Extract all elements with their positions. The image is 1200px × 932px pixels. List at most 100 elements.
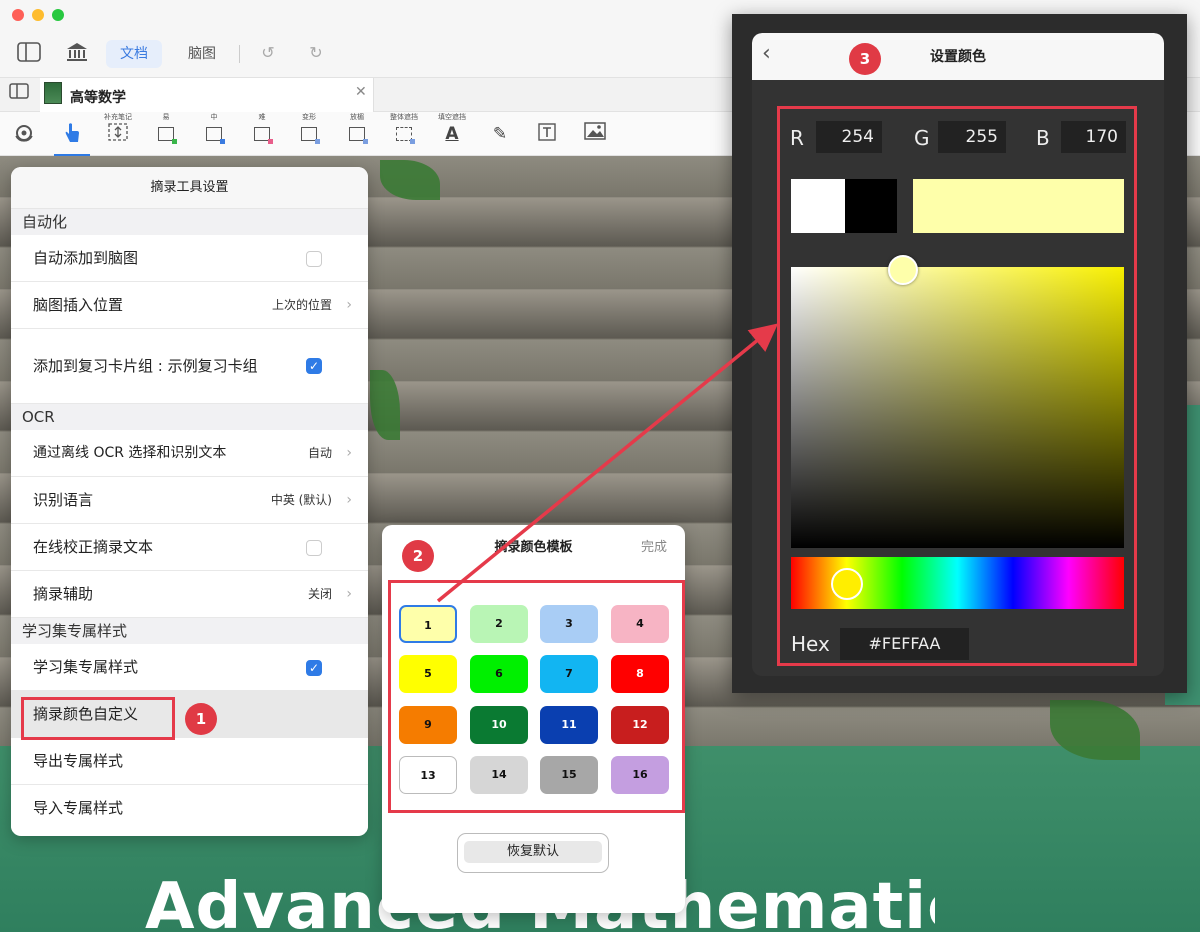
row-online-correct[interactable]: 在线校正摘录文本 — [11, 524, 368, 571]
color-swatch-3[interactable]: 3 — [540, 605, 598, 643]
color-template-popup: 摘录颜色模板 完成 1 2 3 4 5 6 7 8 9 10 11 12 13 14 15 16 恢复默认 — [382, 525, 685, 913]
color-swatch-12[interactable]: 12 — [611, 706, 669, 744]
online-correct-checkbox[interactable] — [306, 540, 322, 556]
color-swatch-2[interactable]: 2 — [470, 605, 528, 643]
tool-label: 填空遮挡 — [438, 113, 466, 121]
split-view-icon[interactable] — [6, 83, 32, 105]
tool-supplement-note[interactable]: 补充笔记 — [100, 112, 136, 156]
row-label: 导入专属样式 — [33, 799, 124, 817]
color-swatch-10[interactable]: 10 — [470, 706, 528, 744]
row-label: 通过离线 OCR 选择和识别文本 — [33, 445, 227, 461]
row-excerpt-assist[interactable]: 摘录辅助 关闭 › — [11, 571, 368, 618]
toolbar-divider — [239, 45, 240, 63]
tool-cloze-mask[interactable]: 填空遮挡 A — [434, 112, 470, 156]
saturation-value-area[interactable] — [791, 267, 1124, 548]
tool-pen[interactable]: ✎ — [482, 112, 518, 156]
hand-pointer-icon — [54, 122, 90, 151]
tool-label: 中 — [210, 113, 218, 121]
add-review-checkbox[interactable]: ✓ — [306, 358, 322, 374]
hex-input[interactable]: #FEFFAA — [840, 628, 969, 660]
study-style-checkbox[interactable]: ✓ — [306, 660, 322, 676]
row-value: 关闭 — [307, 587, 332, 601]
restore-default-button[interactable]: 恢复默认 — [457, 833, 609, 873]
color-swatch-15[interactable]: 15 — [540, 756, 598, 794]
pen-icon: ✎ — [492, 124, 508, 144]
close-tab-icon[interactable]: ✕ — [355, 84, 367, 100]
sidebar-toggle-icon[interactable] — [16, 42, 42, 64]
g-input[interactable]: 255 — [938, 121, 1006, 153]
color-swatch-13[interactable]: 13 — [399, 756, 457, 794]
tab-mindmap[interactable]: 脑图 — [176, 40, 228, 68]
tool-label: 易 — [162, 113, 170, 121]
previous-color-white — [791, 179, 845, 233]
color-swatch-1[interactable]: 1 — [399, 605, 457, 643]
document-title: 高等数学 — [70, 90, 126, 106]
color-swatch-5[interactable]: 5 — [399, 655, 457, 693]
textbox-icon — [529, 122, 565, 149]
auto-add-checkbox[interactable] — [306, 251, 322, 267]
document-tab[interactable]: 高等数学 ✕ — [40, 78, 374, 112]
done-button[interactable]: 完成 — [641, 536, 667, 555]
restore-label: 恢复默认 — [464, 841, 602, 863]
section-automation: 自动化 — [11, 209, 368, 235]
zoom-window-button[interactable] — [52, 9, 64, 21]
box-hard-icon — [244, 122, 280, 148]
color-swatch-9[interactable]: 9 — [399, 706, 457, 744]
tool-settings[interactable] — [6, 112, 42, 156]
tool-label: 补充笔记 — [104, 113, 132, 121]
row-offline-ocr[interactable]: 通过离线 OCR 选择和识别文本 自动 › — [11, 430, 368, 477]
row-import-style[interactable]: 导入专属样式 — [11, 785, 368, 832]
undo-icon[interactable]: ↺ — [255, 42, 281, 64]
row-value: 上次的位置 — [271, 298, 332, 312]
tool-transform[interactable]: 变形 — [291, 112, 327, 156]
saturation-knob[interactable] — [888, 255, 918, 285]
b-input[interactable]: 170 — [1061, 121, 1126, 153]
row-ocr-language[interactable]: 识别语言 中英 (默认) › — [11, 477, 368, 524]
chevron-right-icon: › — [346, 586, 352, 602]
row-label: 在线校正摘录文本 — [33, 538, 154, 556]
minimize-window-button[interactable] — [32, 9, 44, 21]
tool-label: 变形 — [302, 113, 316, 121]
hue-knob[interactable] — [831, 568, 863, 600]
row-add-review-deck[interactable]: 添加到复习卡片组 : 示例复习卡组 ✓ — [11, 329, 368, 404]
color-swatch-11[interactable]: 11 — [540, 706, 598, 744]
row-export-style[interactable]: 导出专属样式 — [11, 738, 368, 785]
text-mask-icon: A — [445, 124, 459, 144]
box-mask-icon — [386, 122, 422, 148]
color-swatch-6[interactable]: 6 — [470, 655, 528, 693]
library-icon[interactable] — [64, 42, 90, 64]
row-study-style[interactable]: 学习集专属样式 ✓ — [11, 644, 368, 691]
tool-fangmei[interactable]: 放楣 — [339, 112, 375, 156]
chevron-right-icon: › — [346, 297, 352, 313]
b-label: B — [1036, 126, 1050, 150]
tool-easy[interactable]: 易 — [148, 112, 184, 156]
color-swatch-16[interactable]: 16 — [611, 756, 669, 794]
section-study-style: 学习集专属样式 — [11, 618, 368, 644]
row-label: 识别语言 — [33, 491, 94, 509]
tool-hard[interactable]: 难 — [244, 112, 280, 156]
color-swatch-14[interactable]: 14 — [470, 756, 528, 794]
picker-header: ‹ 设置颜色 — [752, 33, 1164, 80]
tool-image[interactable] — [577, 112, 613, 156]
supplement-note-icon — [100, 122, 136, 149]
document-thumbnail — [44, 82, 62, 104]
tool-full-mask[interactable]: 整体遮挡 — [386, 112, 422, 156]
row-value: 自动 — [307, 446, 332, 460]
tool-textbox[interactable] — [529, 112, 565, 156]
step-badge-3: 3 — [849, 43, 881, 75]
color-swatch-8[interactable]: 8 — [611, 655, 669, 693]
tool-hand[interactable] — [54, 112, 90, 156]
row-label: 学习集专属样式 — [33, 658, 139, 676]
color-swatch-7[interactable]: 7 — [540, 655, 598, 693]
close-window-button[interactable] — [12, 9, 24, 21]
tab-document[interactable]: 文档 — [106, 40, 162, 68]
row-auto-add-mindmap[interactable]: 自动添加到脑图 — [11, 235, 368, 282]
tool-medium[interactable]: 中 — [196, 112, 232, 156]
redo-icon[interactable]: ↻ — [303, 42, 329, 64]
row-label: 摘录辅助 — [33, 585, 94, 603]
previous-color-black — [845, 179, 897, 233]
row-insert-position[interactable]: 脑图插入位置 上次的位置 › — [11, 282, 368, 329]
color-swatch-4[interactable]: 4 — [611, 605, 669, 643]
r-input[interactable]: 254 — [816, 121, 882, 153]
r-label: R — [790, 126, 804, 150]
